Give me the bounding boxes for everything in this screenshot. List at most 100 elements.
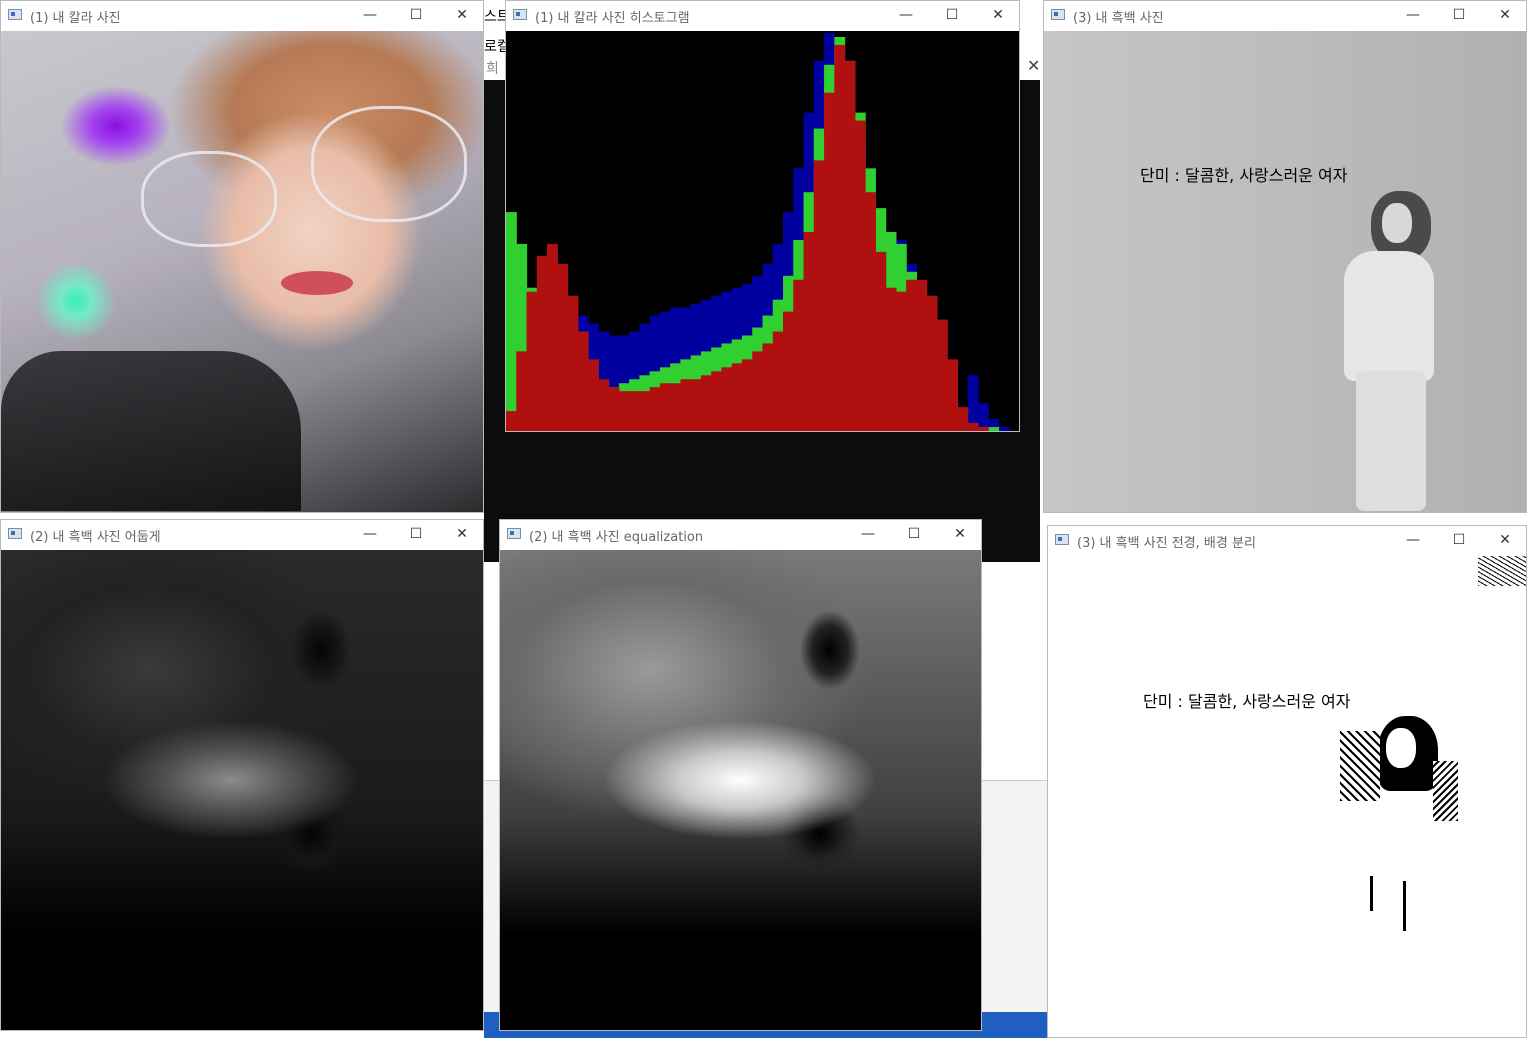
window-title: (3) 내 흑백 사진 전경, 배경 분리 — [1077, 536, 1256, 551]
maximize-button[interactable]: ☐ — [393, 520, 439, 550]
title-bar[interactable]: (2) 내 흑백 사진 어둡게 — ☐ ✕ — [1, 520, 483, 550]
histogram-canvas — [506, 31, 1019, 431]
title-bar[interactable]: (1) 내 칼라 사진 히스토그램 — ☐ ✕ — [506, 1, 1019, 31]
histogram-window: (1) 내 칼라 사진 히스토그램 — ☐ ✕ — [505, 0, 1020, 432]
window-title: (1) 내 칼라 사진 — [30, 11, 121, 26]
histogram-bin — [618, 391, 630, 431]
segmented-photo-image — [1048, 556, 1526, 1037]
histogram-bin — [577, 331, 589, 431]
histogram-bin — [783, 311, 794, 431]
histogram-bin — [916, 279, 928, 431]
gray-photo-window: (3) 내 흑백 사진 — ☐ ✕ 단미 : 달콤한, 사랑스러운 여자 — [1043, 0, 1527, 513]
histogram-bin — [557, 263, 569, 431]
histogram-bin — [998, 427, 1010, 431]
foreground-leg — [1403, 881, 1406, 931]
histogram-bin — [506, 411, 517, 431]
histogram-bin — [988, 427, 1000, 431]
histogram-bin — [700, 375, 712, 431]
minimize-button[interactable]: — — [1390, 526, 1436, 556]
dark-photo-window: (2) 내 흑백 사진 어둡게 — ☐ ✕ — [0, 519, 484, 1031]
histogram-bin — [762, 343, 774, 431]
minimize-button[interactable]: — — [1390, 1, 1436, 31]
close-button[interactable]: ✕ — [975, 1, 1019, 31]
histogram-bin — [516, 351, 528, 431]
histogram-bin — [690, 379, 702, 431]
maximize-button[interactable]: ☐ — [891, 520, 937, 550]
dark-photo-image — [1, 550, 483, 1030]
image-canvas — [500, 550, 981, 1030]
maximize-button[interactable]: ☐ — [1436, 526, 1482, 556]
histogram-bin — [854, 120, 866, 431]
histogram-bin — [629, 391, 640, 431]
histogram-bin — [547, 243, 558, 431]
close-button[interactable]: ✕ — [937, 520, 981, 550]
foreground-leg-2 — [1370, 876, 1373, 911]
histogram-bin — [844, 60, 856, 431]
window-app-icon — [8, 9, 22, 20]
maximize-button[interactable]: ☐ — [929, 1, 975, 31]
close-button[interactable]: ✕ — [439, 1, 483, 31]
background-fragment-3: 희 — [486, 61, 499, 77]
histogram-bin — [567, 295, 579, 431]
window-app-icon — [1055, 534, 1069, 545]
histogram-bin — [977, 403, 989, 431]
title-bar[interactable]: (2) 내 흑백 사진 equalization — ☐ ✕ — [500, 520, 981, 550]
histogram-bin — [608, 387, 620, 431]
close-button[interactable]: ✕ — [439, 520, 483, 550]
histogram-bin — [895, 291, 907, 431]
histogram-bin — [526, 291, 538, 431]
window-title: (3) 내 흑백 사진 — [1073, 11, 1164, 26]
minimize-button[interactable]: — — [883, 1, 929, 31]
window-title: (2) 내 흑백 사진 equalization — [529, 530, 704, 545]
title-bar[interactable]: (3) 내 흑백 사진 — ☐ ✕ — [1044, 1, 1526, 31]
histogram-bin — [772, 331, 784, 431]
background-close-icon[interactable]: ✕ — [1027, 56, 1040, 75]
histogram-bin — [803, 232, 815, 431]
noise-corner — [1478, 556, 1526, 586]
window-title: (1) 내 칼라 사진 히스토그램 — [535, 11, 690, 26]
window-app-icon — [8, 528, 22, 539]
caption-text: 단미 : 달콤한, 사랑스러운 여자 — [1143, 692, 1351, 711]
close-button[interactable]: ✕ — [1482, 1, 1526, 31]
window-app-icon — [507, 528, 521, 539]
histogram-bin — [793, 279, 805, 431]
color-photo-window: (1) 내 칼라 사진 — ☐ ✕ — [0, 0, 484, 513]
histogram-series-2 — [506, 44, 989, 431]
lips — [281, 271, 353, 295]
histogram-bin — [670, 383, 682, 431]
histogram-bin — [957, 407, 969, 431]
image-canvas: 단미 : 달콤한, 사랑스러운 여자 — [1048, 556, 1526, 1037]
minimize-button[interactable]: — — [347, 520, 393, 550]
foreground-sleeve — [1433, 761, 1458, 821]
histogram-bin — [926, 295, 938, 431]
histogram-bin — [731, 363, 743, 431]
histogram-bin — [834, 44, 846, 431]
histogram-bin — [906, 279, 917, 431]
foreground-arms — [1340, 731, 1380, 801]
image-canvas — [1, 550, 483, 1030]
minimize-button[interactable]: — — [845, 520, 891, 550]
histogram-bin — [588, 359, 599, 431]
glasses-right-lens — [311, 106, 467, 222]
minimize-button[interactable]: — — [347, 1, 393, 31]
histogram-bin — [752, 351, 764, 431]
maximize-button[interactable]: ☐ — [393, 1, 439, 31]
close-button[interactable]: ✕ — [1482, 526, 1526, 556]
histogram-bin — [947, 359, 959, 431]
foreground-face — [1386, 728, 1416, 768]
title-bar[interactable]: (1) 내 칼라 사진 — ☐ ✕ — [1, 1, 483, 31]
histogram-bin — [659, 383, 671, 431]
histogram-bin — [936, 319, 948, 431]
histogram-bin — [536, 255, 548, 431]
histogram-chart — [506, 33, 1010, 431]
maximize-button[interactable]: ☐ — [1436, 1, 1482, 31]
histogram-bin — [721, 367, 733, 431]
person-legs — [1356, 371, 1426, 511]
coat — [1, 351, 301, 511]
histogram-bin — [977, 427, 989, 431]
image-canvas — [1, 31, 483, 512]
window-title: (2) 내 흑백 사진 어둡게 — [30, 530, 161, 545]
histogram-bin — [967, 375, 979, 431]
title-bar[interactable]: (3) 내 흑백 사진 전경, 배경 분리 — ☐ ✕ — [1048, 526, 1526, 556]
histogram-bin — [741, 359, 753, 431]
